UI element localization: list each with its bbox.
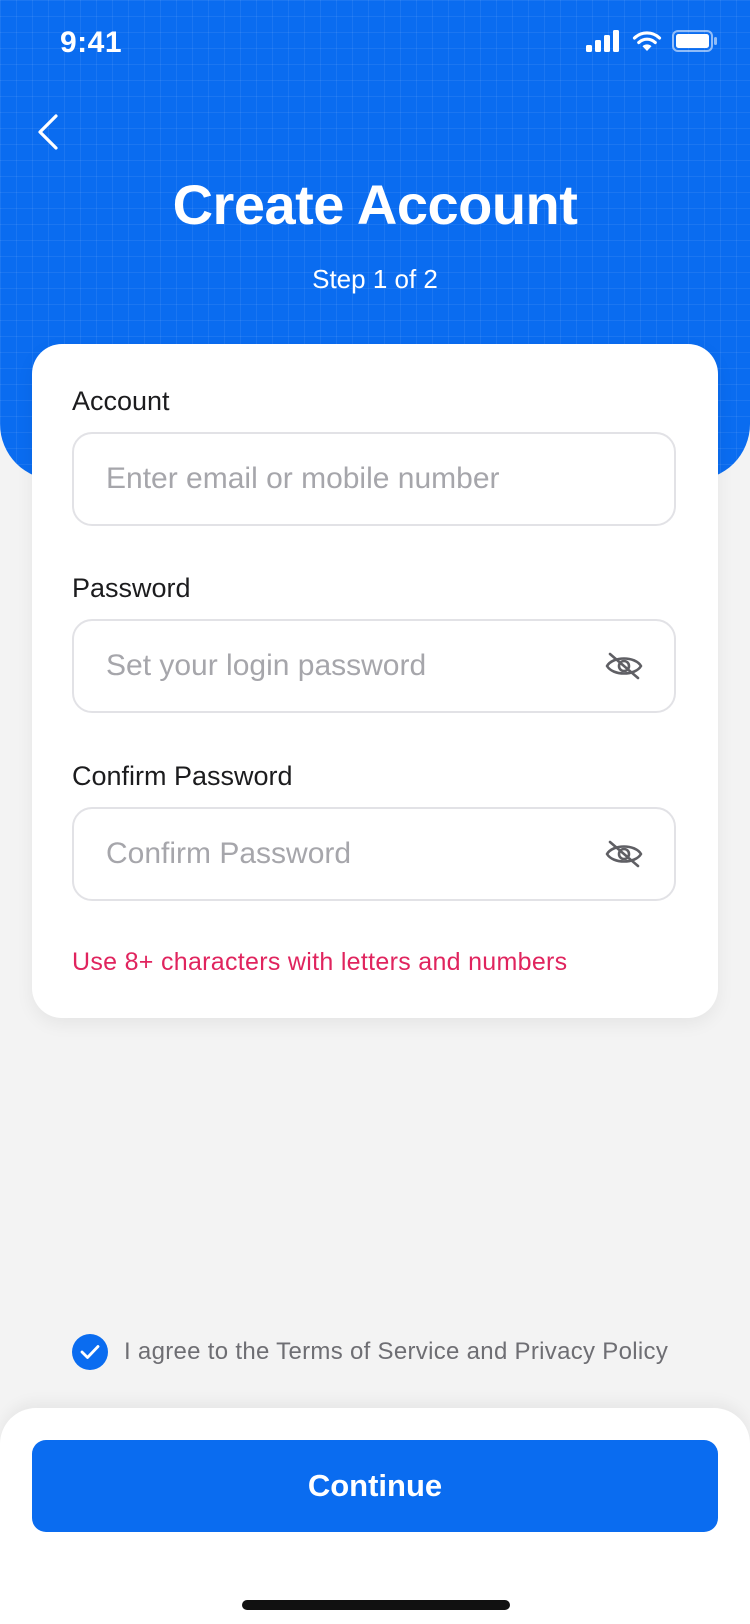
confirm-password-field[interactable] [72, 807, 676, 901]
account-label: Account [72, 386, 170, 416]
password-visibility-toggle[interactable] [604, 648, 644, 684]
bottom-bar: Continue [0, 1408, 750, 1624]
step-indicator: Step 1 of 2 [312, 264, 438, 294]
terms-agreement[interactable]: I agree to the Terms of Service and Priv… [72, 1334, 668, 1370]
password-input[interactable] [106, 621, 566, 711]
password-label: Password [72, 573, 191, 603]
home-indicator [242, 1600, 510, 1610]
status-time: 9:41 [60, 26, 123, 59]
password-field[interactable] [72, 619, 676, 713]
eye-off-icon [605, 652, 643, 680]
continue-button[interactable]: Continue [32, 1440, 718, 1532]
terms-checkbox[interactable] [72, 1334, 108, 1370]
page-title: Create Account [172, 173, 578, 236]
confirm-password-visibility-toggle[interactable] [604, 836, 644, 872]
back-button[interactable] [28, 108, 68, 156]
battery-icon [672, 30, 717, 52]
account-input[interactable] [106, 434, 566, 524]
eye-off-icon [605, 840, 643, 868]
confirm-password-input[interactable] [106, 809, 566, 899]
signal-icon [586, 30, 619, 52]
terms-text: I agree to the Terms of Service and Priv… [124, 1338, 669, 1365]
check-icon [80, 1345, 100, 1359]
form-card: Account Password Confirm Password Use 8+… [32, 344, 718, 1018]
confirm-password-label: Confirm Password [72, 761, 293, 791]
wifi-icon [632, 31, 662, 51]
status-icons [586, 30, 718, 52]
password-hint: Use 8+ characters with letters and numbe… [72, 948, 568, 976]
account-field[interactable] [72, 432, 676, 526]
chevron-left-icon [38, 114, 58, 150]
